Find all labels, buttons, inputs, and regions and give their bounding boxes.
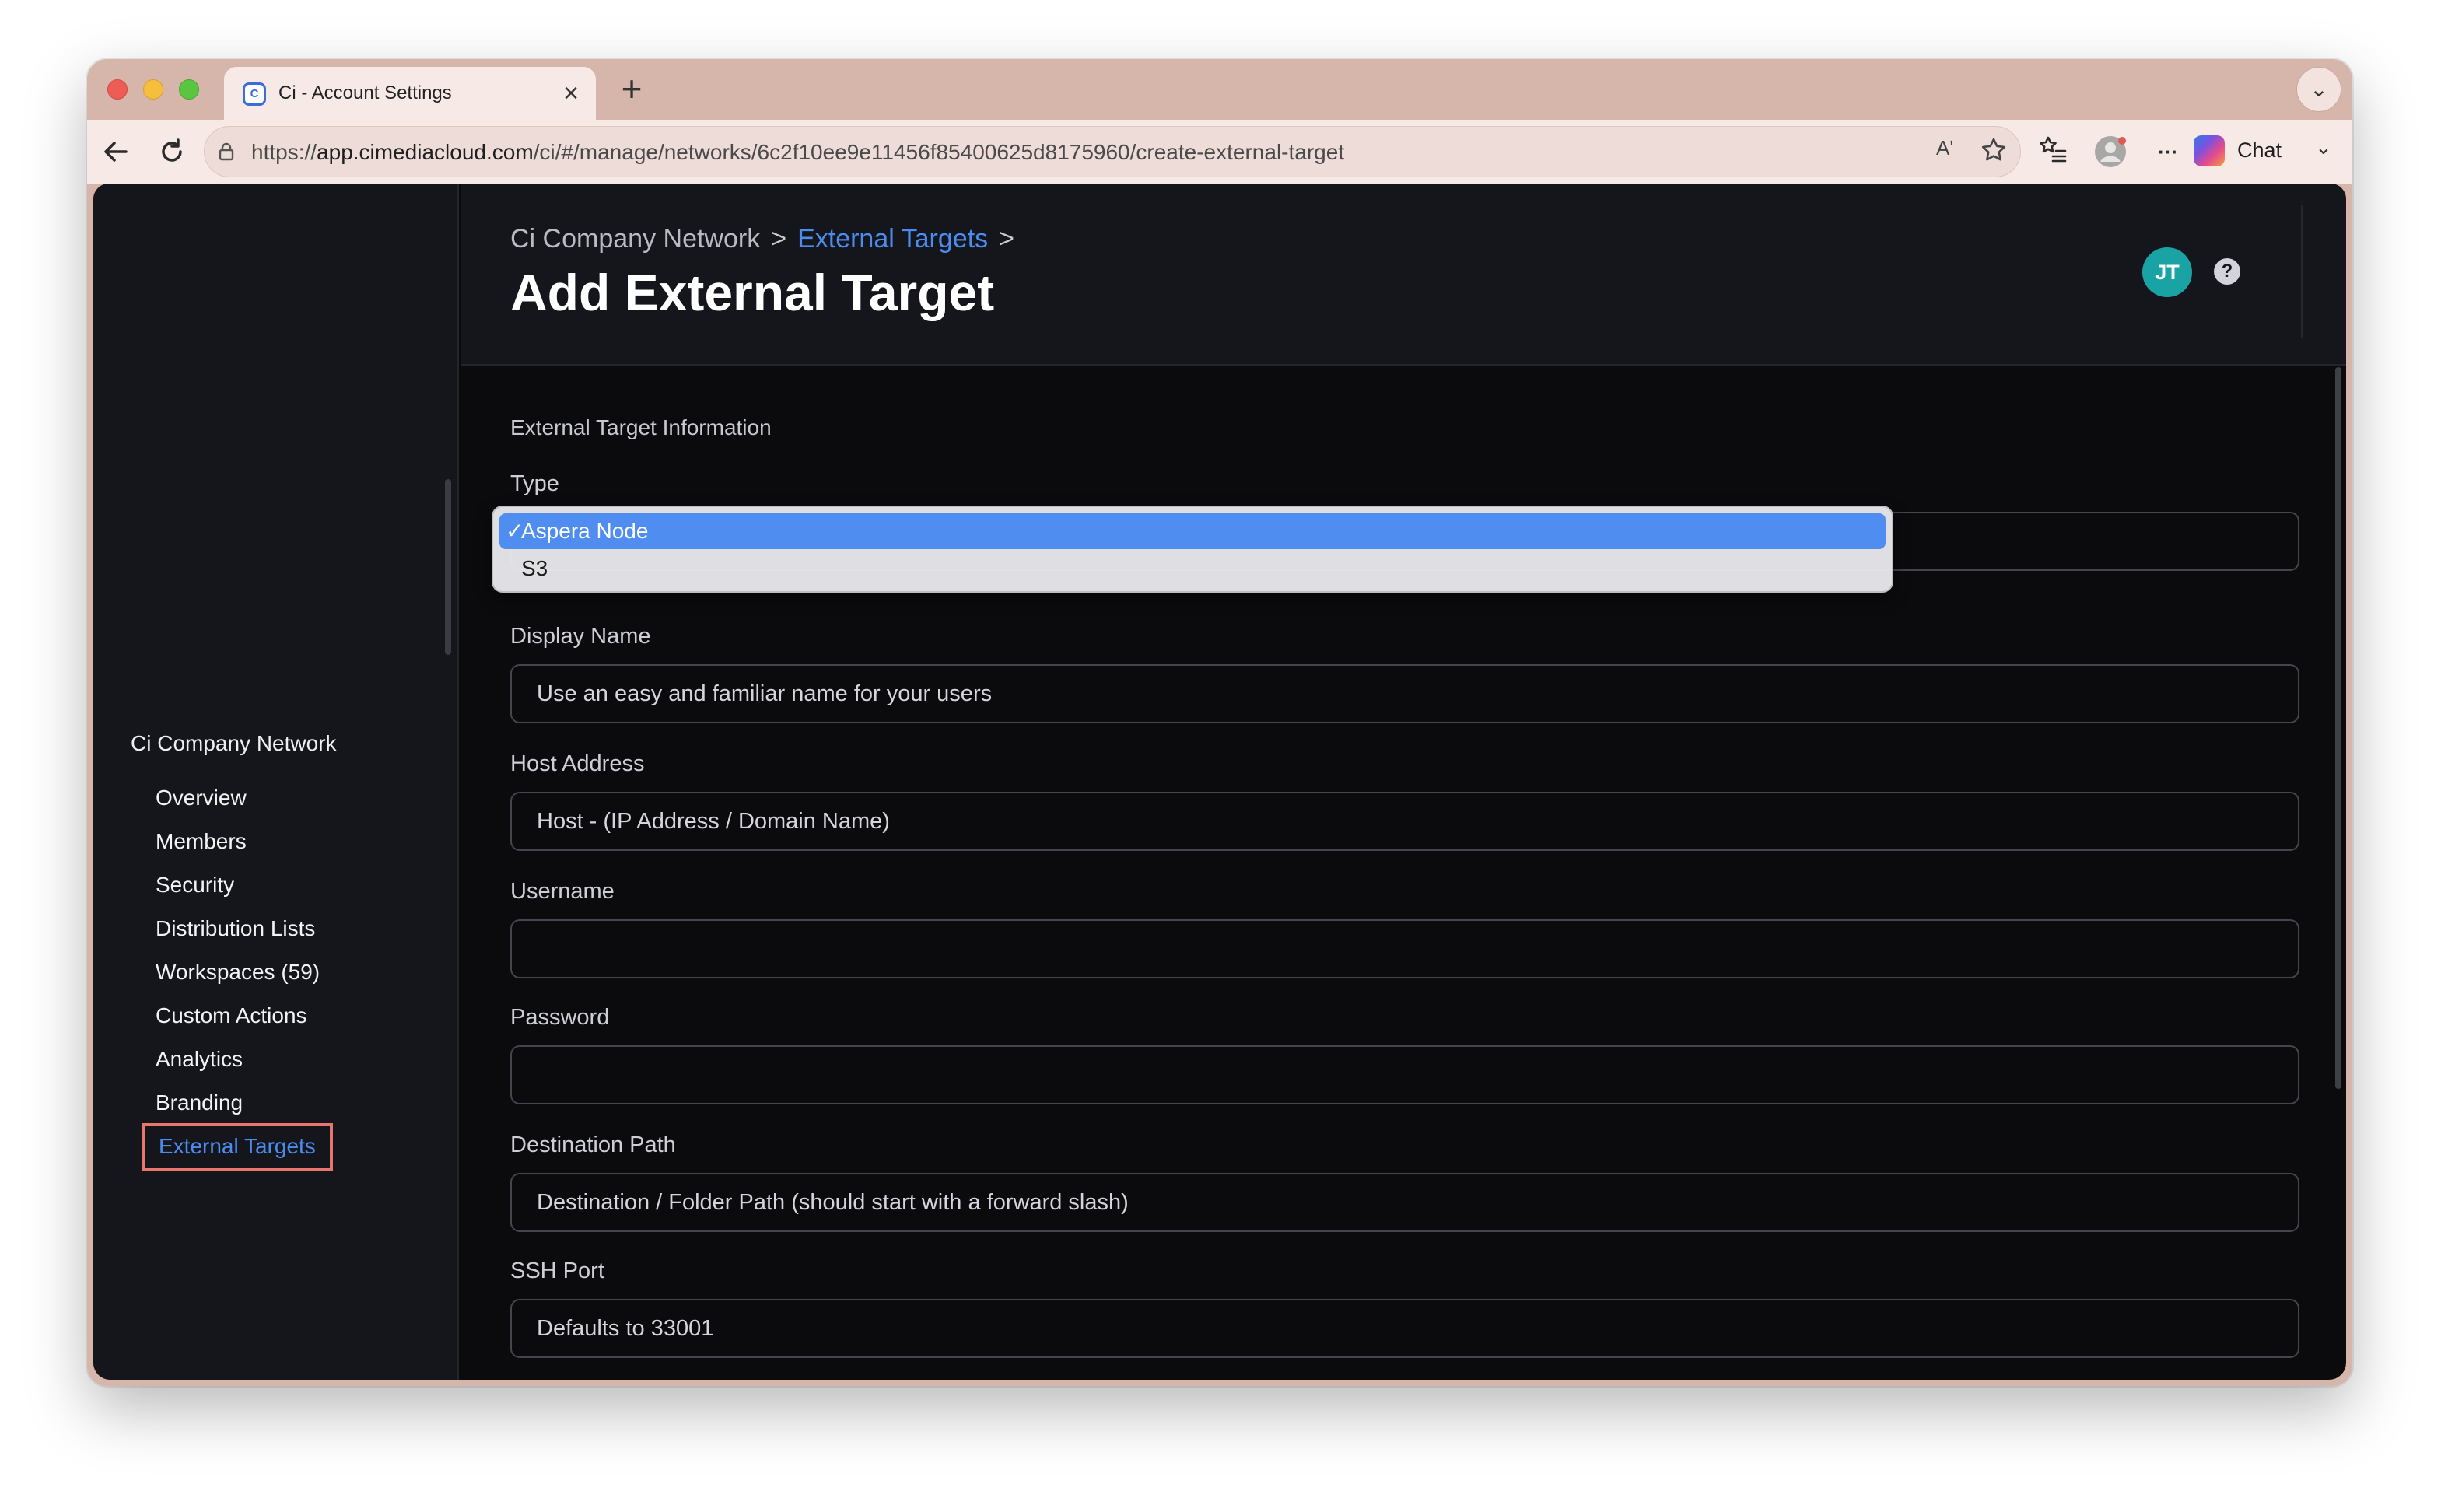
sidebar-item-custom-actions[interactable]: Custom Actions — [156, 1003, 307, 1028]
host-address-placeholder: Host - (IP Address / Domain Name) — [537, 809, 890, 834]
page-header: Ci Company Network > External Targets > Add… — [461, 184, 2346, 366]
site-info-lock-icon[interactable] — [219, 142, 234, 161]
type-label: Type — [510, 471, 559, 496]
tab-strip: C Ci - Account Settings × + ⌄ — [87, 59, 2352, 120]
option-label: Aspera Node — [521, 519, 649, 543]
breadcrumb-separator: > — [999, 224, 1014, 254]
tab-close-icon[interactable]: × — [563, 78, 579, 109]
tab-actions-menu-button[interactable]: ⌄ — [2296, 67, 2341, 112]
password-input[interactable] — [510, 1045, 2299, 1104]
sidebar-item-members[interactable]: Members — [156, 829, 247, 854]
username-label: Username — [510, 879, 615, 904]
more-options-icon[interactable]: ··· — [2150, 134, 2186, 170]
type-option-aspera-node[interactable]: ✓Aspera Node — [499, 513, 1886, 549]
chevron-down-icon[interactable]: ⌄ — [2315, 135, 2332, 159]
sidebar-item-distribution-lists[interactable]: Distribution Lists — [156, 916, 315, 941]
host-address-input[interactable]: Host - (IP Address / Domain Name) — [510, 792, 2299, 851]
display-name-placeholder: Use an easy and familiar name for your u… — [537, 681, 993, 706]
breadcrumb-network[interactable]: Ci Company Network — [510, 224, 760, 254]
password-label: Password — [510, 1005, 610, 1030]
host-address-label: Host Address — [510, 751, 645, 776]
sidebar-item-branding[interactable]: Branding — [156, 1090, 243, 1115]
reload-icon[interactable] — [154, 134, 190, 170]
browser-toolbar: https://app.cimediacloud.com/ci/#/manage… — [87, 120, 2352, 184]
new-tab-button[interactable]: + — [608, 67, 655, 114]
close-window-button[interactable] — [107, 79, 128, 100]
sidebar-item-security[interactable]: Security — [156, 873, 234, 898]
display-name-label: Display Name — [510, 624, 651, 649]
favorite-star-icon[interactable] — [1980, 136, 2008, 170]
destination-path-label: Destination Path — [510, 1132, 676, 1157]
app-content: Ci Company Network Overview Members Secu… — [93, 184, 2346, 1380]
ssh-port-input[interactable]: Defaults to 33001 — [510, 1299, 2299, 1358]
user-avatar[interactable]: JT — [2142, 247, 2192, 297]
sidebar-item-external-targets[interactable]: External Targets — [142, 1123, 333, 1171]
browser-window: C Ci - Account Settings × + ⌄ https://ap… — [87, 59, 2352, 1386]
display-name-input[interactable]: Use an easy and familiar name for your u… — [510, 664, 2299, 723]
chat-label: Chat — [2237, 138, 2282, 162]
sidebar-item-analytics[interactable]: Analytics — [156, 1047, 243, 1072]
sidebar-network-name: Ci Company Network — [131, 731, 337, 755]
copilot-logo-icon — [2194, 135, 2225, 166]
breadcrumb-separator: > — [771, 224, 787, 254]
profile-avatar-icon[interactable] — [2093, 134, 2128, 170]
username-input[interactable] — [510, 919, 2299, 978]
page-title: Add External Target — [510, 264, 995, 321]
read-aloud-icon[interactable]: Aʹ — [1936, 136, 1953, 160]
sidebar-item-overview[interactable]: Overview — [156, 786, 247, 810]
section-title: External Target Information — [510, 415, 772, 439]
browser-tab-active[interactable]: C Ci - Account Settings × — [224, 67, 596, 120]
destination-path-input[interactable]: Destination / Folder Path (should start … — [510, 1173, 2299, 1232]
back-arrow-icon[interactable] — [98, 134, 134, 170]
address-bar[interactable]: https://app.cimediacloud.com/ci/#/manage… — [204, 126, 2021, 177]
type-dropdown-menu: ✓Aspera Node S3 — [492, 506, 1893, 593]
type-option-s3[interactable]: S3 — [499, 551, 1886, 586]
main-scrollbar[interactable] — [2335, 367, 2341, 1089]
destination-path-placeholder: Destination / Folder Path (should start … — [537, 1190, 1129, 1215]
sidebar-scrollbar[interactable] — [445, 479, 451, 655]
help-icon[interactable]: ? — [2214, 258, 2240, 285]
header-divider — [2301, 205, 2303, 338]
settings-sidebar: Ci Company Network Overview Members Secu… — [93, 184, 459, 1380]
ci-favicon-icon: C — [243, 82, 266, 106]
maximize-window-button[interactable] — [179, 79, 199, 100]
copilot-chat-button[interactable]: Chat ⌄ — [2194, 131, 2341, 173]
breadcrumb-external-targets[interactable]: External Targets — [797, 224, 988, 254]
checkmark-icon: ✓ — [506, 519, 524, 543]
ssh-port-placeholder: Defaults to 33001 — [537, 1316, 714, 1341]
sidebar-item-workspaces[interactable]: Workspaces (59) — [156, 960, 320, 985]
url-text[interactable]: https://app.cimediacloud.com/ci/#/manage… — [251, 140, 1344, 165]
favorites-list-icon[interactable] — [2035, 134, 2071, 170]
breadcrumb: Ci Company Network > External Targets > — [510, 224, 1025, 254]
ssh-port-label: SSH Port — [510, 1258, 604, 1283]
tab-title: Ci - Account Settings — [278, 82, 452, 103]
option-label: S3 — [521, 556, 548, 580]
minimize-window-button[interactable] — [143, 79, 163, 100]
